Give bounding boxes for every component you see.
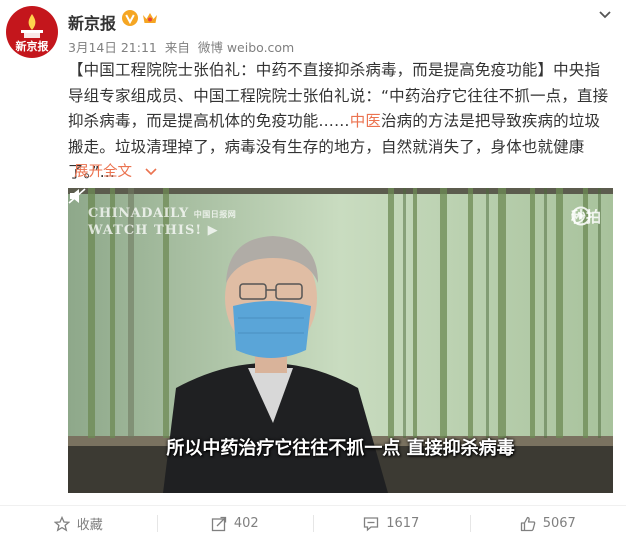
like-count: 5067 — [542, 516, 576, 531]
like-button[interactable]: 5067 — [469, 506, 626, 541]
weibo-post-card: 新京报 新京报 3月14日 21:11 来自 微博 weibo.com 【中国工… — [0, 0, 626, 541]
post-meta: 3月14日 21:11 来自 微博 weibo.com — [68, 37, 298, 56]
thumbs-up-icon — [520, 516, 536, 531]
member-crown-icon[interactable] — [142, 11, 158, 25]
video-player[interactable]: CHINADAILY 中国日报网 WATCH THIS! ▶ 秒拍 所以中药治疗… — [68, 188, 613, 493]
watermark-brand: CHINADAILY — [88, 206, 189, 221]
comment-count: 1617 — [386, 516, 420, 531]
post-date[interactable]: 3月14日 21:11 — [68, 40, 157, 55]
favorite-button[interactable]: 收藏 — [0, 506, 157, 541]
video-subtitle: 所以中药治疗它往往不抓一点 直接抑杀病毒 — [166, 438, 515, 459]
play-circle-icon — [571, 206, 591, 226]
video-platform-watermark: 秒拍 — [571, 206, 601, 227]
watermark-tag: WATCH THIS! — [88, 223, 203, 238]
video-watermark-chinadaily: CHINADAILY 中国日报网 WATCH THIS! ▶ — [88, 206, 237, 238]
expand-label[interactable]: 展开全文 — [74, 164, 132, 180]
avatar-text: 新京报 — [16, 39, 50, 53]
share-count: 402 — [233, 516, 259, 531]
verified-badge-icon — [122, 10, 138, 26]
post-text-link[interactable]: 中医 — [350, 112, 381, 130]
favorite-label: 收藏 — [76, 518, 103, 533]
expand-chevron-icon — [145, 168, 157, 176]
share-button[interactable]: 402 — [156, 506, 314, 541]
mute-icon[interactable] — [68, 188, 86, 204]
post-source[interactable]: 微博 weibo.com — [198, 40, 294, 55]
action-bar: 收藏 402 1617 5067 — [0, 506, 626, 541]
comment-button[interactable]: 1617 — [313, 506, 470, 541]
star-icon — [53, 515, 70, 532]
expand-full-text-link[interactable]: 展开全文 — [74, 160, 157, 181]
chevron-down-icon[interactable] — [598, 10, 612, 20]
share-icon — [211, 516, 226, 531]
author-name[interactable]: 新京报 — [68, 10, 116, 34]
watermark-cn: 中国日报网 — [193, 209, 237, 219]
source-prefix: 来自 — [164, 40, 190, 55]
avatar[interactable]: 新京报 — [6, 6, 58, 58]
comment-icon — [364, 516, 379, 531]
